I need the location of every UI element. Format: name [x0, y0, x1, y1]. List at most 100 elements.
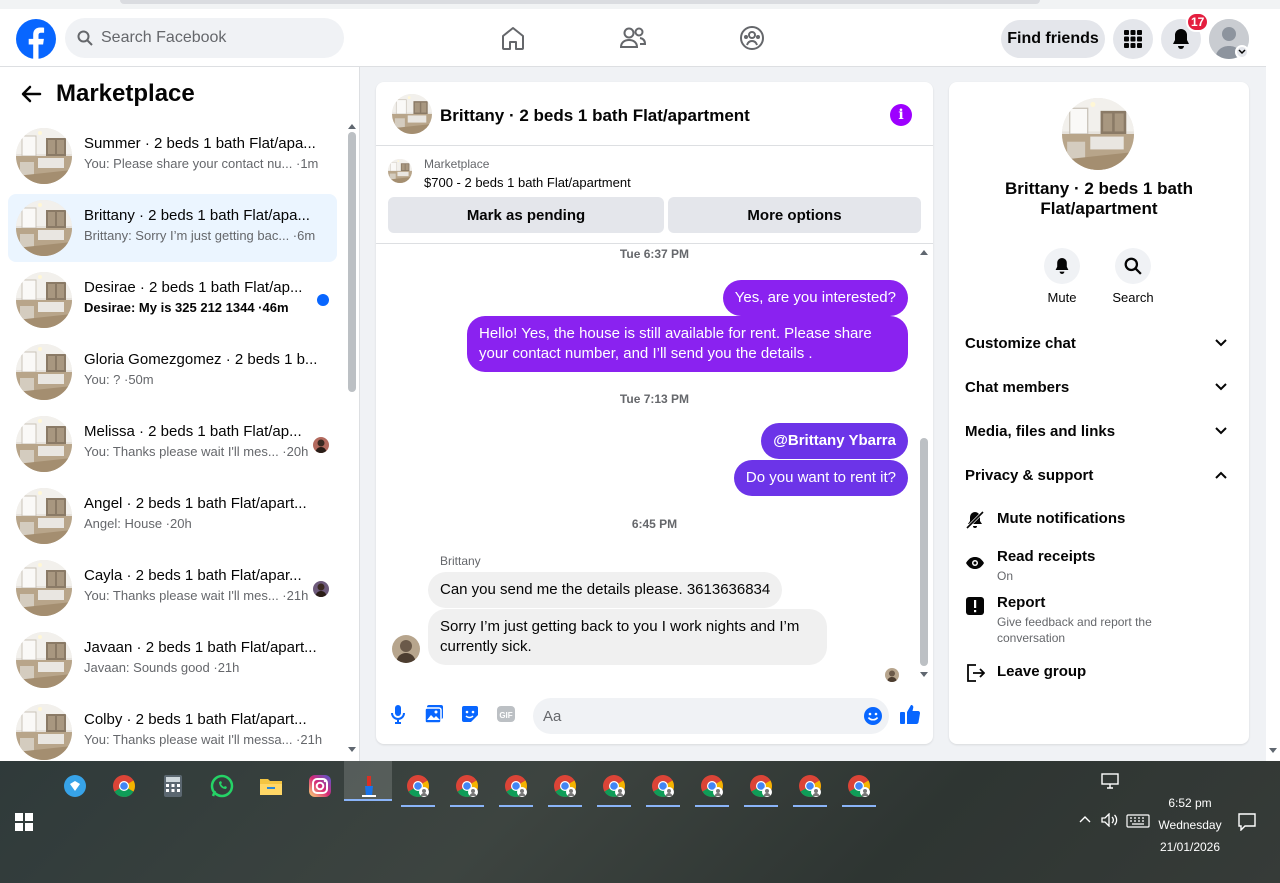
message-outgoing-mention[interactable]: @Brittany Ybarra	[761, 423, 908, 459]
chat-members-row[interactable]: Chat members	[965, 379, 1235, 403]
chrome-profile-icon[interactable]	[744, 769, 778, 807]
gif-icon[interactable]: GIF	[494, 702, 518, 726]
chrome-profile-icon[interactable]	[401, 769, 435, 807]
seen-avatar	[313, 437, 329, 453]
conversation-name: Summer · 2 beds 1 bath Flat/apa...	[84, 135, 316, 152]
media-files-links-row[interactable]: Media, files and links	[965, 423, 1235, 447]
message-incoming[interactable]: Sorry I’m just getting back to you I wor…	[428, 609, 827, 665]
page-scrollbar[interactable]	[1266, 9, 1280, 761]
paint-app-icon[interactable]	[352, 769, 386, 803]
chrome-profile-icon[interactable]	[842, 769, 876, 807]
conversation-thumbnail	[16, 344, 72, 400]
windows-start-icon[interactable]	[15, 813, 33, 831]
instagram-icon[interactable]	[303, 769, 337, 803]
account-chevron-icon[interactable]	[1235, 45, 1249, 59]
chrome-profile-icon[interactable]	[548, 769, 582, 807]
conversation-name: Melissa · 2 beds 1 bath Flat/ap...	[84, 423, 302, 440]
search-action[interactable]: Search	[1103, 248, 1163, 305]
facebook-logo-icon[interactable]	[16, 19, 56, 59]
conversation-item[interactable]: Javaan · 2 beds 1 bath Flat/apart... Java…	[8, 626, 337, 694]
menu-grid-icon[interactable]	[1113, 19, 1153, 59]
left-scrollbar[interactable]	[347, 122, 356, 761]
message-incoming[interactable]: Can you send me the details please. 3613…	[428, 572, 783, 608]
conversation-item[interactable]: Desirae · 2 beds 1 bath Flat/ap... Desira…	[8, 266, 337, 334]
conversation-thumbnail	[16, 560, 72, 616]
message-outgoing[interactable]: Hello! Yes, the house is still available…	[467, 316, 908, 372]
chat-title[interactable]: Brittany · 2 beds 1 bath Flat/apartment	[440, 106, 750, 126]
keyboard-icon[interactable]	[1126, 814, 1150, 828]
message-outgoing[interactable]: Yes, are you interested?	[722, 280, 908, 316]
mute-notifications-item[interactable]: Mute notifications	[965, 510, 1235, 534]
mark-as-pending-button[interactable]: Mark as pending	[388, 197, 664, 233]
search-input[interactable]	[101, 29, 321, 47]
chrome-profile-icon[interactable]	[793, 769, 827, 807]
sticker-icon[interactable]	[458, 702, 482, 726]
chat-avatar[interactable]	[392, 94, 432, 134]
conversation-snippet: Javaan: Sounds good ·21h	[84, 660, 240, 675]
chrome-profile-icon[interactable]	[646, 769, 680, 807]
chat-scrollbar-thumb[interactable]	[920, 438, 928, 666]
chrome-profile-icon[interactable]	[499, 769, 533, 807]
notification-center-icon[interactable]	[1238, 813, 1256, 831]
search-bar[interactable]	[65, 18, 344, 58]
chrome-icon[interactable]	[107, 769, 141, 803]
system-clock[interactable]: 6:52 pm Wednesday 21/01/2026	[1150, 792, 1230, 858]
read-receipts-item[interactable]: Read receipts On	[965, 548, 1235, 584]
conversation-item[interactable]: Melissa · 2 beds 1 bath Flat/ap... You: T…	[8, 410, 337, 478]
chrome-profile-icon[interactable]	[695, 769, 729, 807]
whatsapp-icon[interactable]	[205, 769, 239, 803]
conversation-name: Brittany · 2 beds 1 bath Flat/apa...	[84, 207, 310, 224]
copilot-icon[interactable]	[58, 769, 92, 803]
tray-chevron-up-icon[interactable]	[1079, 815, 1091, 823]
chat-window: Brittany · 2 beds 1 bath Flat/apartment …	[376, 82, 933, 744]
more-options-button[interactable]: More options	[668, 197, 921, 233]
report-item[interactable]: Report Give feedback and report the conv…	[965, 594, 1235, 645]
chrome-profile-icon[interactable]	[450, 769, 484, 807]
conversation-snippet: Desirae: My is 325 212 1344 ·46m	[84, 300, 289, 315]
friends-icon[interactable]	[618, 23, 648, 53]
bell-icon[interactable]	[1044, 248, 1080, 284]
left-scrollbar-thumb[interactable]	[348, 132, 356, 392]
conversation-snippet: You: Please share your contact nu... ·1m	[84, 156, 319, 171]
info-icon[interactable]: i	[890, 104, 912, 126]
listing-thumbnail[interactable]	[388, 159, 412, 183]
listing-title[interactable]: $700 - 2 beds 1 bath Flat/apartment	[424, 175, 631, 190]
address-bar-edge	[120, 0, 1040, 4]
chat-scrollbar[interactable]	[919, 248, 929, 678]
conversation-name: Cayla · 2 beds 1 bath Flat/apar...	[84, 567, 302, 584]
photo-icon[interactable]	[422, 702, 446, 726]
conversation-thumbnail	[16, 632, 72, 688]
message-outgoing[interactable]: Do you want to rent it?	[733, 460, 908, 496]
running-indicator	[597, 805, 631, 807]
conversation-item[interactable]: Brittany · 2 beds 1 bath Flat/apa... Brit…	[8, 194, 337, 262]
conversation-item[interactable]: Angel · 2 beds 1 bath Flat/apart... Angel…	[8, 482, 337, 550]
sender-avatar[interactable]	[392, 635, 420, 663]
microphone-icon[interactable]	[386, 702, 410, 726]
chevron-down-icon	[1215, 383, 1227, 391]
emoji-icon[interactable]	[863, 706, 883, 726]
conversation-item[interactable]: Colby · 2 beds 1 bath Flat/apart... You: …	[8, 698, 337, 761]
conversation-item[interactable]: Gloria Gomezgomez · 2 beds 1 b... You: ? …	[8, 338, 337, 406]
privacy-support-row[interactable]: Privacy & support	[965, 467, 1235, 491]
conversation-item[interactable]: Cayla · 2 beds 1 bath Flat/apar... You: T…	[8, 554, 337, 622]
search-label: Search	[1112, 290, 1154, 305]
search-icon[interactable]	[1115, 248, 1151, 284]
calculator-icon[interactable]	[156, 769, 190, 803]
file-explorer-icon[interactable]	[254, 769, 288, 803]
home-icon[interactable]	[498, 23, 528, 53]
leave-group-item[interactable]: Leave group	[965, 663, 1235, 687]
message-input-box[interactable]	[533, 698, 889, 734]
chat-info-avatar[interactable]	[1062, 98, 1134, 170]
conversation-snippet: Angel: House ·20h	[84, 516, 192, 531]
groups-icon[interactable]	[737, 23, 767, 53]
mute-action[interactable]: Mute	[1032, 248, 1092, 305]
desktop-icon[interactable]	[1101, 773, 1119, 789]
chrome-profile-icon[interactable]	[597, 769, 631, 807]
thumbs-up-icon[interactable]	[898, 702, 922, 726]
customize-chat-row[interactable]: Customize chat	[965, 335, 1235, 359]
back-arrow-icon[interactable]	[20, 83, 42, 105]
find-friends-button[interactable]: Find friends	[1001, 20, 1105, 58]
conversation-item[interactable]: Summer · 2 beds 1 bath Flat/apa... You: P…	[8, 122, 337, 190]
message-input[interactable]	[543, 707, 843, 725]
volume-icon[interactable]	[1101, 813, 1119, 827]
